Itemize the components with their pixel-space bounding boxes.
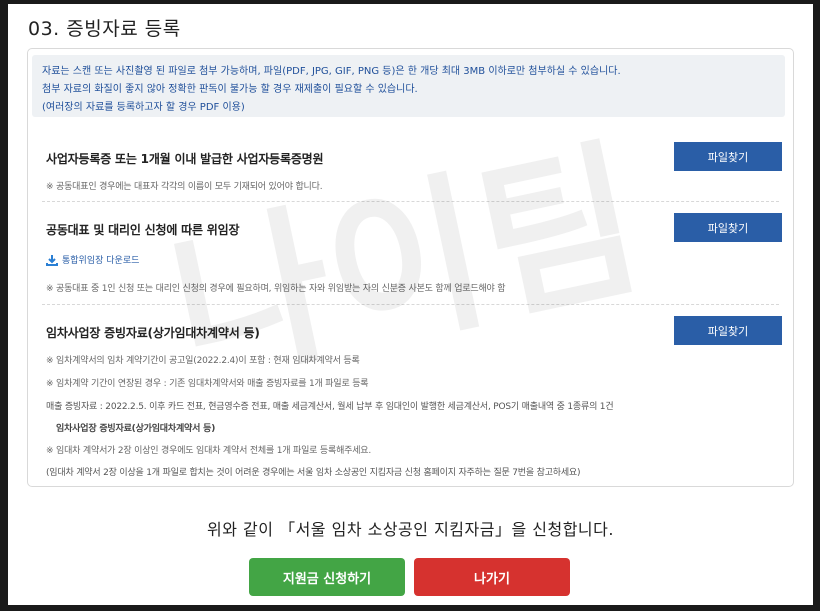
lease-note-2: ※ 임차계약 기간이 연장된 경우 : 기존 임대차계약서와 매출 증빙자료를 … [46,379,369,389]
power-of-attorney-file-button[interactable]: 파일찾기 [674,213,782,242]
business-registration-file-button[interactable]: 파일찾기 [674,142,782,171]
notice-line-2: 첨부 자료의 화질이 좋지 않아 정확한 판독이 불가능 할 경우 재제출이 필… [42,84,418,95]
power-of-attorney-note: ※ 공동대표 중 1인 신청 또는 대리인 신청의 경우에 필요하며, 위임하는… [46,284,506,294]
agreement-text: 위와 같이 「서울 임차 소상공인 지킴자금」을 신청합니다. [207,520,614,539]
power-of-attorney-download-link[interactable]: 통합위임장 다운로드 [46,253,139,266]
lease-note-6: (임대차 계약서 2장 이상을 1개 파일로 합치는 것이 어려운 경우에는 서… [46,468,581,478]
divider [42,304,779,305]
power-of-attorney-title: 공동대표 및 대리인 신청에 따른 위임장 [46,223,240,237]
divider [42,201,779,202]
lease-note-3: 매출 증빙자료 : 2022.2.5. 이후 카드 전표, 현금영수증 전표, … [46,402,614,412]
evidence-card: 자료는 스캔 또는 사진촬영 된 파일로 첨부 가능하며, 파일(PDF, JP… [27,48,794,487]
lease-note-1: ※ 임차계약서의 임차 계약기간이 공고일(2022.2.4)이 포함 : 현재… [46,356,360,366]
exit-button[interactable]: 나가기 [414,558,570,596]
lease-evidence-title: 임차사업장 증빙자료(상가임대차계약서 등) [46,326,260,340]
notice-line-1: 자료는 스캔 또는 사진촬영 된 파일로 첨부 가능하며, 파일(PDF, JP… [42,66,621,77]
download-icon [46,254,58,266]
section-title: 03. 증빙자료 등록 [28,18,181,40]
lease-evidence-file-button[interactable]: 파일찾기 [674,316,782,345]
download-link-label: 통합위임장 다운로드 [62,256,140,266]
business-registration-title: 사업자등록증 또는 1개월 이내 발급한 사업자등록증명원 [46,152,324,166]
business-registration-note: ※ 공동대표인 경우에는 대표자 각각의 이름이 모두 기재되어 있어야 합니다… [46,182,323,192]
application-page: 03. 증빙자료 등록 자료는 스캔 또는 사진촬영 된 파일로 첨부 가능하며… [8,4,813,605]
lease-note-4: 임차사업장 증빙자료(상가임대차계약서 등) [56,424,216,434]
notice-box: 자료는 스캔 또는 사진촬영 된 파일로 첨부 가능하며, 파일(PDF, JP… [32,55,785,117]
lease-note-5: ※ 임대차 계약서가 2장 이상인 경우에도 임대차 계약서 전체를 1개 파일… [46,446,372,456]
notice-line-3: (여러장의 자료를 등록하고자 할 경우 PDF 이용) [42,102,245,113]
submit-application-button[interactable]: 지원금 신청하기 [249,558,405,596]
